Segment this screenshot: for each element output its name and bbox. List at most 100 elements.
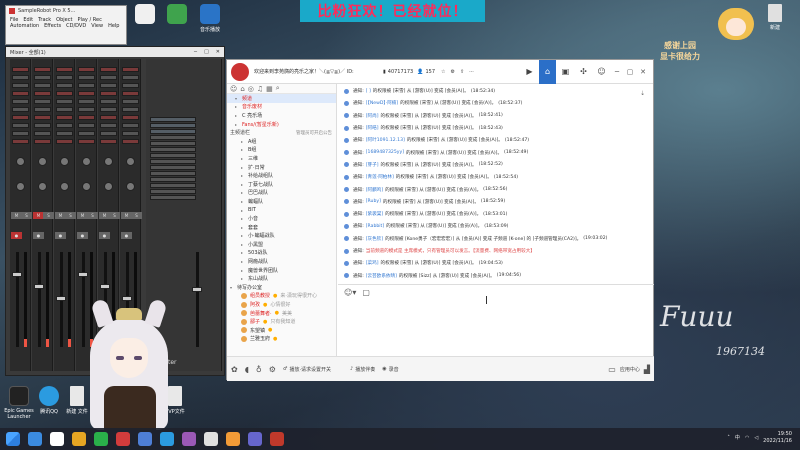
message-user[interactable]: [ ] [366, 89, 371, 94]
menu-view[interactable]: View [91, 23, 103, 29]
message-user[interactable]: [阿尚] [366, 113, 379, 119]
desktop-icon-2[interactable] [160, 4, 194, 26]
fx-slot[interactable] [34, 131, 51, 136]
fx-slot[interactable] [122, 67, 139, 72]
headset-icon[interactable]: ♫ [257, 85, 263, 93]
pan-knob[interactable] [104, 157, 113, 166]
channel-item[interactable]: ▸ 魔兽世界团队 [227, 266, 336, 275]
minimize-icon[interactable]: ─ [194, 49, 197, 55]
fx-slot[interactable] [122, 83, 139, 88]
fx-slot[interactable] [122, 139, 139, 144]
sidebar-item[interactable]: ▸ Fans/(暂星乐新) [227, 120, 336, 129]
record-arm-button[interactable]: ● [77, 232, 88, 239]
restore-icon[interactable]: ▢ [624, 60, 636, 84]
taskbar-app-icon[interactable] [270, 432, 284, 446]
sidebar-item[interactable]: ▸ 音乐废材 [227, 103, 336, 112]
fx-slot[interactable] [56, 131, 73, 136]
clock[interactable]: 19:50 2022/11/16 [763, 431, 792, 445]
record-button[interactable]: ◉ 录音 [382, 366, 398, 373]
message-user[interactable]: [阿麟鸣] [366, 187, 383, 193]
channel-item[interactable]: ▸ 小·蝙蝠战队 [227, 232, 336, 241]
daw-main-window[interactable]: SampleRobot Pro X 5... File Edit Track O… [5, 5, 127, 45]
talk-section-header[interactable]: ▾ 待写办公室 [227, 283, 336, 292]
fx-slot[interactable] [122, 115, 139, 120]
gain-knob[interactable] [82, 182, 91, 191]
fx-slot[interactable] [100, 107, 117, 112]
fx-slot[interactable] [34, 67, 51, 72]
message-user[interactable]: [青莲·阿柏林] [366, 174, 394, 180]
fx-slot[interactable] [56, 139, 73, 144]
fx-slot[interactable] [100, 91, 117, 96]
close-icon[interactable]: ✕ [216, 49, 220, 55]
user-icon[interactable]: ☺ [230, 85, 237, 93]
plugin-slot[interactable] [150, 159, 196, 164]
fx-slot[interactable] [12, 139, 29, 144]
fx-slot[interactable] [56, 99, 73, 104]
search-icon[interactable]: ⌕ [276, 84, 280, 93]
taskbar-app-icon[interactable] [160, 432, 174, 446]
message-user[interactable]: [阿叶1091.12.13] [366, 137, 405, 143]
fx-slot[interactable] [56, 107, 73, 112]
voice-chat-window[interactable]: 欢迎来到李苑旖的亮乐之家！＼(≧▽≦)／ ID: ▮ 40717173 👤 15… [226, 59, 654, 381]
taskbar-app-icon[interactable] [226, 432, 240, 446]
fx-slot[interactable] [12, 123, 29, 128]
volume-fader[interactable] [100, 284, 110, 289]
plugin-slot[interactable] [150, 153, 196, 158]
talk-user[interactable]: 阿孜 ● 心情很好 [227, 300, 336, 309]
fx-slot[interactable] [78, 107, 95, 112]
plugin-slot[interactable] [150, 123, 196, 128]
message-user[interactable]: [Ruby] [366, 199, 381, 204]
fx-slot[interactable] [56, 83, 73, 88]
gain-knob[interactable] [126, 182, 135, 191]
fx-slot[interactable] [100, 83, 117, 88]
mixer-titlebar[interactable]: Mixer - 全部(1) ─ □ ✕ [6, 47, 224, 57]
fx-slot[interactable] [34, 139, 51, 144]
desktop-icon-1[interactable] [128, 4, 162, 26]
fx-slot[interactable] [56, 75, 73, 80]
pan-knob[interactable] [126, 157, 135, 166]
talk-user[interactable]: 东望镇 ● [227, 326, 336, 335]
plugin-slot[interactable] [150, 147, 196, 152]
taskbar-app-icon[interactable] [116, 432, 130, 446]
fx-slot[interactable] [34, 115, 51, 120]
taskbar-app-icon[interactable] [72, 432, 86, 446]
share-icon[interactable]: ⇪ [460, 69, 464, 75]
channel-item[interactable]: ▸ 套套 [227, 223, 336, 232]
channel-item[interactable]: ▸ BIT [227, 206, 336, 215]
talk-user[interactable]: 芭蕾舞者· ● 美美 [227, 309, 336, 318]
master-volume-fader[interactable] [192, 287, 202, 292]
solo-button[interactable]: S [87, 212, 98, 219]
message-user[interactable]: [紫袭棠] [366, 211, 383, 217]
fx-slot[interactable] [56, 115, 73, 120]
channel-item[interactable]: ▸ 三维 [227, 154, 336, 163]
record-arm-button[interactable]: ● [33, 232, 44, 239]
fx-slot[interactable] [78, 131, 95, 136]
message-user[interactable]: [菜鸡] [366, 260, 379, 266]
plugin-slot[interactable] [150, 135, 196, 140]
gain-knob[interactable] [38, 182, 47, 191]
speaker-icon[interactable]: ◖ [245, 365, 249, 374]
plugin-slot[interactable] [150, 171, 196, 176]
gain-knob[interactable] [16, 182, 25, 191]
gamepad-icon[interactable]: ✣ [575, 60, 592, 84]
start-button-icon[interactable] [6, 432, 20, 446]
gain-knob[interactable] [104, 182, 113, 191]
playback-request-toggle[interactable]: ♂ 播放·请求设置开关 [283, 366, 331, 373]
close-icon[interactable]: ✕ [637, 60, 649, 84]
volume-fader[interactable] [34, 284, 44, 289]
fx-slot[interactable] [12, 75, 29, 80]
more-icon[interactable]: ⋯ [469, 69, 474, 75]
sidebar-item[interactable]: ▸ C 亮乐场 [227, 111, 336, 120]
channel-item[interactable]: ▸ 小音 [227, 214, 336, 223]
fx-slot[interactable] [12, 115, 29, 120]
scroll-down-icon[interactable]: ⇣ [640, 90, 645, 97]
fx-slot[interactable] [100, 99, 117, 104]
taskbar-app-icon[interactable] [182, 432, 196, 446]
channel-item[interactable]: ▸ 小黑盟 [227, 240, 336, 249]
chevron-icon[interactable]: ▾ [235, 96, 239, 101]
fx-slot[interactable] [122, 123, 139, 128]
plugin-slot[interactable] [150, 177, 196, 182]
message-user[interactable]: [阿皓] [366, 125, 379, 131]
desktop-icon-music[interactable]: 音乐播放 [193, 4, 227, 33]
plugin-slot[interactable] [150, 195, 196, 200]
